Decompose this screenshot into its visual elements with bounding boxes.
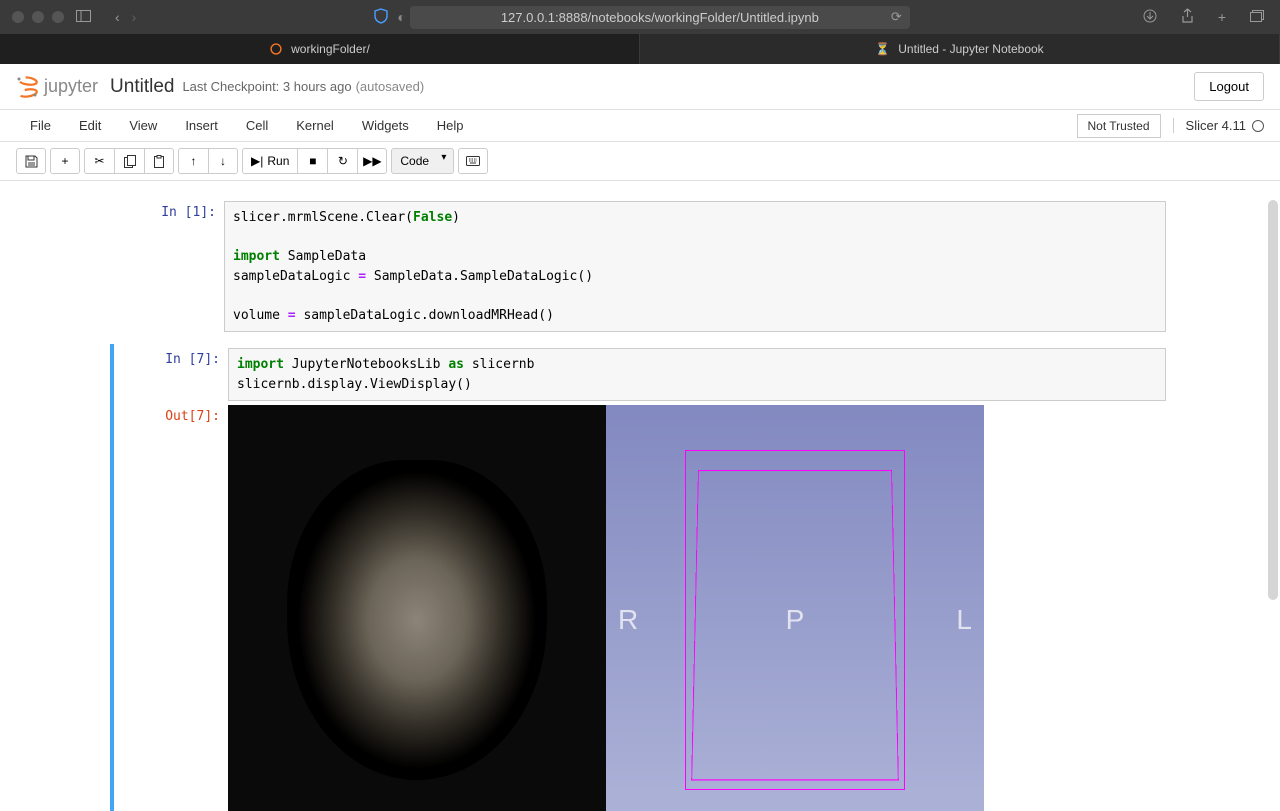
menu-edit[interactable]: Edit: [65, 112, 115, 139]
browser-chrome: ‹ › ◐ 127.0.0.1:8888/notebooks/workingFo…: [0, 0, 1280, 34]
run-button[interactable]: ▶| Run: [242, 148, 297, 174]
cell-output-row: Out[7]: B: MRHead R P L: [110, 405, 1170, 811]
fast-forward-icon: ▶▶: [363, 154, 381, 168]
move-up-button[interactable]: ↑: [178, 148, 208, 174]
menu-widgets[interactable]: Widgets: [348, 112, 423, 139]
restart-run-all-button[interactable]: ▶▶: [357, 148, 387, 174]
command-palette-button[interactable]: [458, 148, 488, 174]
jupyter-logo[interactable]: jupyter: [16, 75, 98, 99]
scrollbar[interactable]: [1268, 200, 1278, 600]
stop-icon: ■: [309, 154, 316, 168]
cell-editor[interactable]: import JupyterNotebooksLib as slicernb s…: [228, 348, 1166, 401]
arrow-up-icon: ↑: [191, 154, 197, 168]
reader-mode-icon[interactable]: ◐: [393, 5, 409, 29]
menu-help[interactable]: Help: [423, 112, 478, 139]
back-button[interactable]: ‹: [111, 5, 124, 29]
interrupt-button[interactable]: ■: [297, 148, 327, 174]
menu-kernel[interactable]: Kernel: [282, 112, 348, 139]
brain-slice-image: [287, 460, 547, 780]
arrow-down-icon: ↓: [220, 154, 226, 168]
tab-label: Untitled - Jupyter Notebook: [898, 42, 1043, 56]
reload-icon[interactable]: ⟳: [891, 9, 902, 25]
menu-file[interactable]: File: [16, 112, 65, 139]
close-window-button[interactable]: [12, 11, 24, 23]
code-cell[interactable]: In [1]: slicer.mrmlScene.Clear(False) im…: [110, 197, 1170, 336]
trust-badge[interactable]: Not Trusted: [1077, 114, 1161, 138]
shield-icon[interactable]: [369, 4, 393, 31]
cell-type-select[interactable]: Code: [391, 148, 454, 174]
input-prompt: In [1]:: [114, 201, 224, 332]
jupyter-header: jupyter Untitled Last Checkpoint: 3 hour…: [0, 64, 1280, 110]
cut-button[interactable]: ✂: [84, 148, 114, 174]
copy-icon: [124, 155, 136, 168]
paste-button[interactable]: [144, 148, 174, 174]
axis-label-p: P: [786, 604, 805, 636]
axis-label-r: R: [618, 604, 638, 636]
plus-icon: +: [61, 154, 68, 168]
notebook-content: In [1]: slicer.mrmlScene.Clear(False) im…: [110, 181, 1170, 811]
toolbar: + ✂ ↑ ↓ ▶| Run ■ ↻ ▶▶ Code: [0, 142, 1280, 181]
jupyter-tab-icon: [269, 42, 283, 56]
forward-button[interactable]: ›: [128, 5, 141, 29]
kernel-name[interactable]: Slicer 4.11: [1173, 118, 1264, 133]
scissors-icon: ✂: [94, 154, 104, 168]
jupyter-app: jupyter Untitled Last Checkpoint: 3 hour…: [0, 64, 1280, 811]
new-tab-icon[interactable]: +: [1214, 5, 1230, 29]
save-button[interactable]: [16, 148, 46, 174]
notebook-title[interactable]: Untitled: [110, 76, 174, 98]
window-controls: [12, 11, 64, 23]
menu-bar: File Edit View Insert Cell Kernel Widget…: [0, 110, 1280, 142]
autosave-text: (autosaved): [356, 79, 425, 94]
minimize-window-button[interactable]: [32, 11, 44, 23]
jupyter-wordmark: jupyter: [44, 76, 98, 97]
menu-view[interactable]: View: [115, 112, 171, 139]
browser-tab-notebook[interactable]: ⏳ Untitled - Jupyter Notebook: [640, 34, 1280, 64]
browser-tabs: workingFolder/ ⏳ Untitled - Jupyter Note…: [0, 34, 1280, 64]
output-prompt: Out[7]:: [118, 405, 228, 811]
slice-view: B: MRHead: [228, 405, 606, 811]
axis-label-l: L: [956, 604, 972, 636]
paste-icon: [153, 155, 165, 168]
cell-output: B: MRHead R P L: [228, 405, 1166, 811]
add-cell-button[interactable]: +: [50, 148, 80, 174]
menu-insert[interactable]: Insert: [171, 112, 232, 139]
logout-button[interactable]: Logout: [1194, 72, 1264, 101]
save-icon: [25, 155, 38, 168]
maximize-window-button[interactable]: [52, 11, 64, 23]
tabs-overview-icon[interactable]: [1246, 5, 1268, 29]
move-down-button[interactable]: ↓: [208, 148, 238, 174]
keyboard-icon: [466, 156, 480, 166]
menu-cell[interactable]: Cell: [232, 112, 282, 139]
cell-editor[interactable]: slicer.mrmlScene.Clear(False) import Sam…: [224, 201, 1166, 332]
code-cell-selected[interactable]: In [7]: import JupyterNotebooksLib as sl…: [110, 344, 1170, 405]
run-label: Run: [267, 154, 289, 168]
step-forward-icon: ▶|: [251, 154, 263, 168]
restart-icon: ↻: [338, 154, 348, 168]
jupyter-logo-icon: [16, 75, 38, 99]
share-icon[interactable]: [1177, 4, 1198, 30]
input-prompt: In [7]:: [118, 348, 228, 401]
kernel-label: Slicer 4.11: [1186, 118, 1246, 133]
sidebar-toggle-icon[interactable]: [72, 5, 95, 29]
volume-3d-view: R P L: [606, 405, 984, 811]
restart-button[interactable]: ↻: [327, 148, 357, 174]
copy-button[interactable]: [114, 148, 144, 174]
slicer-view-output: B: MRHead R P L: [228, 405, 984, 811]
url-bar[interactable]: 127.0.0.1:8888/notebooks/workingFolder/U…: [410, 6, 910, 29]
checkpoint-text: Last Checkpoint: 3 hours ago: [182, 79, 351, 94]
tab-label: workingFolder/: [291, 42, 370, 56]
browser-tab-folder[interactable]: workingFolder/: [0, 34, 640, 64]
url-text: 127.0.0.1:8888/notebooks/workingFolder/U…: [501, 10, 819, 25]
kernel-status-icon: [1252, 120, 1264, 132]
downloads-icon[interactable]: [1139, 5, 1161, 30]
hourglass-icon: ⏳: [875, 42, 890, 56]
